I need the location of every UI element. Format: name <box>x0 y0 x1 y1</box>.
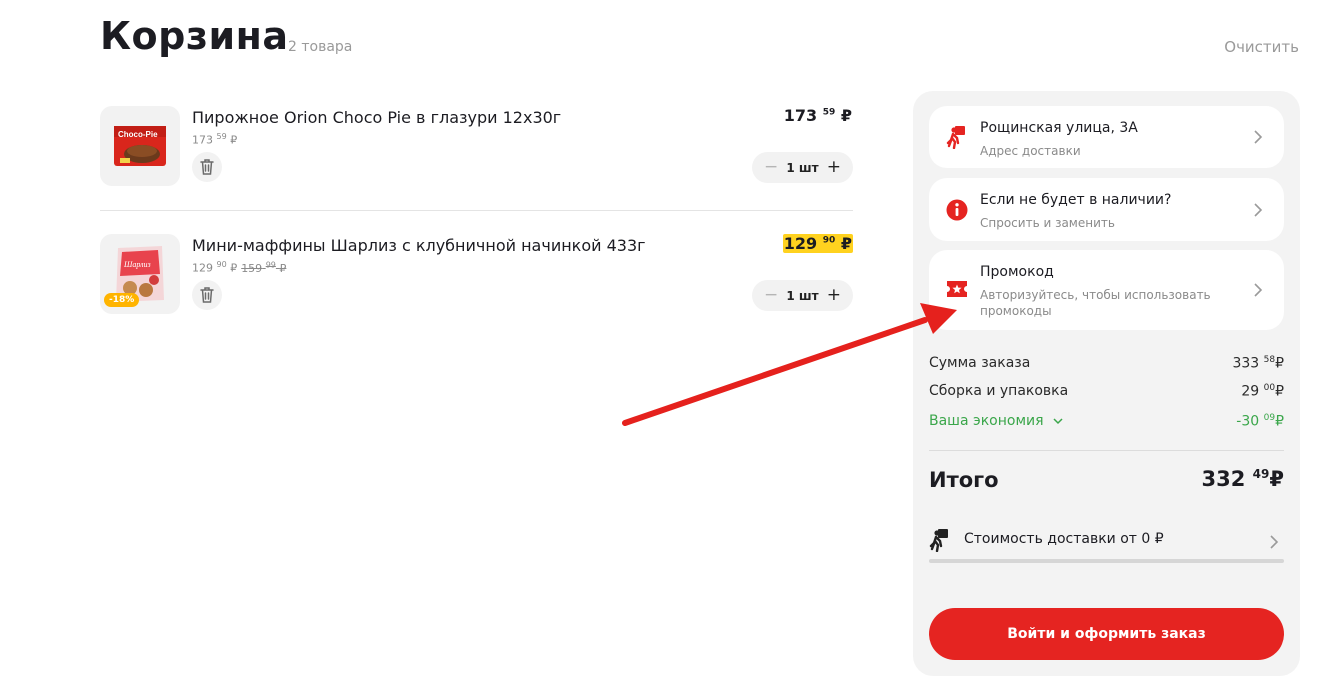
cart-item: Шарлиз -18% Мини-маффины Шарлиз с клубни… <box>100 234 853 316</box>
delivery-cost-label: Стоимость доставки от 0 ₽ <box>964 531 1164 547</box>
product-name[interactable]: Мини-маффины Шарлиз с клубничной начинко… <box>192 236 646 255</box>
item-total-price: 173 59 ₽ <box>783 106 852 125</box>
product-image[interactable]: Choco-Pie <box>100 106 180 186</box>
chevron-right-icon <box>1254 283 1263 297</box>
delivery-address-card[interactable]: Рощинская улица, 3А Адрес доставки <box>929 106 1284 168</box>
savings-row[interactable]: Ваша экономия -30 09₽ <box>929 413 1284 433</box>
item-total-price: 129 90 ₽ <box>782 234 853 253</box>
order-summary-panel: Рощинская улица, 3А Адрес доставки Если … <box>913 91 1300 676</box>
trash-icon <box>200 287 214 303</box>
courier-icon <box>945 125 969 149</box>
savings-value: -30 09₽ <box>1236 413 1284 430</box>
chevron-right-icon <box>1254 203 1263 217</box>
order-sum-value: 333 58₽ <box>1232 355 1284 372</box>
promo-code-title: Промокод <box>980 264 1054 280</box>
delivery-cost-row[interactable]: Стоимость доставки от 0 ₽ <box>929 523 1284 563</box>
promo-code-card[interactable]: Промокод Авторизуйтесь, чтобы использова… <box>929 250 1284 330</box>
ticket-icon <box>945 277 969 301</box>
decrease-quantity-button[interactable]: − <box>764 287 778 304</box>
checkout-button[interactable]: Войти и оформить заказ <box>929 608 1284 660</box>
unit-price: 129 90 ₽159 99 ₽ <box>192 260 287 275</box>
delete-item-button[interactable] <box>192 152 222 182</box>
discount-badge: -18% <box>104 293 140 307</box>
cart-item: Choco-Pie Пирожное Orion Choco Pie в гла… <box>100 106 853 188</box>
product-name[interactable]: Пирожное Orion Choco Pie в глазури 12х30… <box>192 108 561 127</box>
product-image-label: Шарлиз <box>124 260 151 269</box>
chevron-down-icon <box>1053 418 1063 425</box>
increase-quantity-button[interactable]: + <box>827 287 841 304</box>
items-count: 2 товара <box>288 39 353 55</box>
old-price: 159 99 ₽ <box>241 260 287 275</box>
increase-quantity-button[interactable]: + <box>827 159 841 176</box>
info-icon <box>945 198 969 222</box>
promo-code-subtitle: Авторизуйтесь, чтобы использовать промок… <box>980 288 1211 318</box>
out-of-stock-subtitle: Спросить и заменить <box>980 216 1115 230</box>
packing-value: 29 00₽ <box>1241 383 1284 400</box>
out-of-stock-card[interactable]: Если не будет в наличии? Спросить и заме… <box>929 178 1284 241</box>
address-subtitle: Адрес доставки <box>980 144 1081 158</box>
clear-cart-button[interactable]: Очистить <box>1224 38 1299 56</box>
decrease-quantity-button[interactable]: − <box>764 159 778 176</box>
quantity-stepper: − 1 шт + <box>752 152 853 183</box>
unit-price: 173 59 ₽ <box>192 132 238 147</box>
delivery-progress-bar <box>929 559 1284 563</box>
trash-icon <box>200 159 214 175</box>
quantity-value: 1 шт <box>786 288 819 303</box>
savings-toggle[interactable]: Ваша экономия <box>929 413 1064 429</box>
product-image[interactable]: Шарлиз -18% <box>100 234 180 314</box>
total-label: Итого <box>929 468 999 492</box>
total-value: 332 49₽ <box>1201 467 1284 491</box>
delete-item-button[interactable] <box>192 280 222 310</box>
product-image-label: Choco-Pie <box>118 130 158 139</box>
page-title: Корзина <box>100 14 289 58</box>
address-title: Рощинская улица, 3А <box>980 120 1138 136</box>
quantity-stepper: − 1 шт + <box>752 280 853 311</box>
order-sum-row: Сумма заказа 333 58₽ <box>929 355 1284 375</box>
order-sum-label: Сумма заказа <box>929 355 1031 371</box>
packing-row: Сборка и упаковка 29 00₽ <box>929 383 1284 403</box>
courier-walk-icon <box>929 529 948 552</box>
summary-divider <box>929 450 1284 451</box>
items-divider <box>100 210 853 211</box>
chevron-right-icon <box>1270 535 1279 549</box>
out-of-stock-title: Если не будет в наличии? <box>980 192 1172 208</box>
quantity-value: 1 шт <box>786 160 819 175</box>
chevron-right-icon <box>1254 130 1263 144</box>
packing-label: Сборка и упаковка <box>929 383 1069 399</box>
